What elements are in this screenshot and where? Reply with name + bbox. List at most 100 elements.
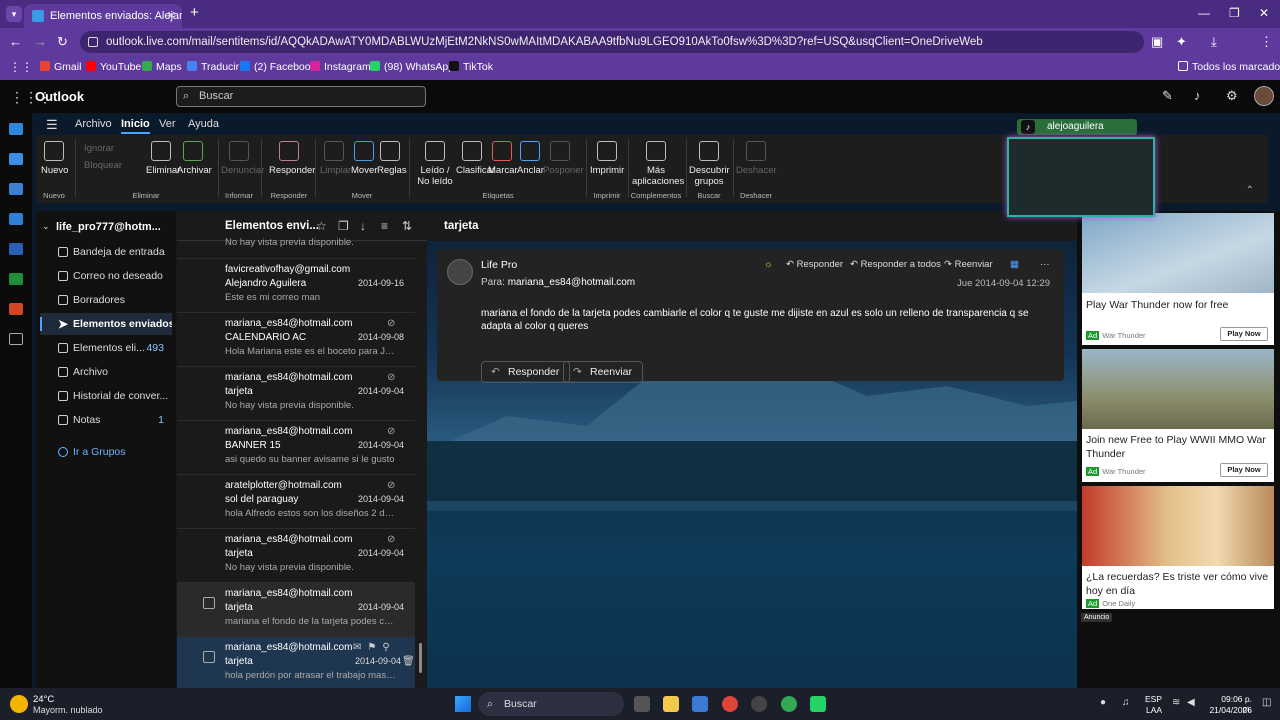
trash-icon[interactable]: 🗑: [402, 656, 415, 667]
file-explorer-icon[interactable]: [663, 696, 679, 712]
bookmark-facebook[interactable]: (2) Facebook: [240, 61, 316, 73]
bookmark-maps[interactable]: Maps: [142, 61, 182, 73]
undo-button[interactable]: Deshacer: [736, 141, 777, 176]
chrome-profile-icon[interactable]: [781, 696, 797, 712]
folder-archive[interactable]: Archivo: [40, 361, 172, 383]
browser-tab[interactable]: Elementos enviados: Alejandro ✕: [24, 4, 182, 28]
new-mail-button[interactable]: Nuevo: [41, 141, 68, 176]
list-scrollbar[interactable]: [419, 643, 422, 673]
search-input[interactable]: ⌕ Buscar: [176, 86, 426, 107]
collapse-ribbon-icon[interactable]: ⌃: [1246, 185, 1254, 196]
discover-groups-button[interactable]: Descubrir grupos: [689, 141, 730, 187]
all-bookmarks[interactable]: Todos los marcadores: [1178, 61, 1280, 73]
row-quick-actions[interactable]: ✉⚑⚲: [353, 642, 396, 653]
play-now-button[interactable]: Play Now: [1220, 327, 1268, 341]
powerpoint-icon[interactable]: [9, 303, 23, 315]
taskbar-search[interactable]: ⌕ Buscar: [478, 692, 624, 716]
go-to-groups-link[interactable]: Ir a Grupos: [40, 441, 172, 463]
task-view-icon[interactable]: [634, 696, 650, 712]
tray-icon[interactable]: ●: [1100, 697, 1106, 708]
word-icon[interactable]: [9, 243, 23, 255]
list-item[interactable]: mariana_es84@hotmail.com ✉⚑⚲ tarjeta 201…: [177, 637, 415, 691]
bookmark-instagram[interactable]: Instagram: [310, 61, 371, 73]
filter-icon[interactable]: ≡: [381, 219, 388, 233]
ad-card[interactable]: Join new Free to Play WWII MMO War Thund…: [1082, 349, 1274, 482]
list-item[interactable]: mariana_es84@hotmail.com tarjeta 2014-09…: [177, 583, 415, 637]
chevron-down-icon[interactable]: ⌄: [42, 221, 50, 232]
ignore-button[interactable]: Ignorar: [84, 143, 114, 154]
bell-icon[interactable]: ♪: [1194, 88, 1201, 103]
language-code[interactable]: ESP: [1145, 694, 1162, 704]
start-icon[interactable]: [455, 696, 471, 712]
bookmark-traducir[interactable]: Traducir: [187, 61, 239, 73]
restore-icon[interactable]: ❐: [1229, 6, 1240, 20]
list-item[interactable]: mariana_es84@hotmail.com ⊘ CALENDARIO AC…: [177, 313, 415, 367]
categorize-button[interactable]: Clasificar: [456, 141, 495, 176]
tab-archivo[interactable]: Archivo: [75, 118, 112, 130]
back-icon[interactable]: ←: [9, 34, 22, 49]
more-actions-icon[interactable]: ···: [1040, 259, 1050, 270]
rules-button[interactable]: Reglas: [377, 141, 407, 176]
compose-icon[interactable]: ✎: [1162, 88, 1173, 104]
tab-inicio[interactable]: Inicio: [121, 118, 150, 134]
tab-ayuda[interactable]: Ayuda: [188, 118, 219, 130]
recipient-address[interactable]: mariana_es84@hotmail.com: [508, 277, 635, 288]
play-now-button[interactable]: Play Now: [1220, 463, 1268, 477]
ad-card[interactable]: ¿La recuerdas? Es triste ver cómo vive h…: [1082, 486, 1274, 609]
print-button[interactable]: Imprimir: [590, 141, 624, 176]
folder-inbox[interactable]: Bandeja de entrada: [40, 241, 172, 263]
list-item[interactable]: No hay vista previa disponible.: [177, 237, 415, 259]
bookmark-whatsapp[interactable]: (98) WhatsApp: [370, 61, 454, 73]
download-icon[interactable]: ⤓: [1211, 34, 1217, 50]
immersive-reader-icon[interactable]: ▦: [1010, 259, 1019, 270]
folder-notes[interactable]: Notas 1: [40, 409, 172, 431]
account-name[interactable]: life_pro777@hotm...: [56, 221, 161, 233]
weather-icon[interactable]: [10, 695, 28, 713]
wifi-icon[interactable]: ≋: [1172, 697, 1180, 708]
minimize-icon[interactable]: —: [1198, 6, 1210, 20]
folder-junk[interactable]: Correo no deseado: [40, 265, 172, 287]
folder-sent[interactable]: ➤ Elementos enviados: [40, 313, 172, 335]
folder-drafts[interactable]: Borradores: [40, 289, 172, 311]
excel-icon[interactable]: [9, 273, 23, 285]
avatar[interactable]: [1254, 86, 1274, 106]
more-menu-icon[interactable]: ⋮: [1260, 34, 1273, 50]
puzzle-icon[interactable]: ✦: [1176, 34, 1187, 50]
forward-button[interactable]: ↷ Reenviar: [563, 361, 644, 383]
tab-search-icon[interactable]: ▾: [6, 6, 22, 22]
list-item[interactable]: mariana_es84@hotmail.com ⊘ tarjeta 2014-…: [177, 367, 415, 421]
sender-name[interactable]: Life Pro: [481, 259, 517, 271]
volume-icon[interactable]: ◀: [1187, 697, 1195, 708]
close-window-icon[interactable]: ✕: [1259, 6, 1269, 20]
mail-icon[interactable]: [9, 123, 23, 135]
pin-button[interactable]: Anclar: [517, 141, 544, 176]
reply-header-button[interactable]: ↶ Responder: [786, 259, 843, 270]
sweep-button[interactable]: Limpiar: [320, 141, 351, 176]
close-tab-icon[interactable]: ✕: [167, 4, 176, 28]
calculator-icon[interactable]: [692, 696, 708, 712]
star-icon[interactable]: ☆: [316, 219, 327, 233]
reply-all-header-button[interactable]: ↶ Responder a todos: [850, 259, 941, 270]
list-item[interactable]: mariana_es84@hotmail.com ⊘ BANNER 15 201…: [177, 421, 415, 475]
hamburger-icon[interactable]: ☰: [46, 117, 58, 133]
calendar-icon[interactable]: [9, 153, 23, 165]
gear-icon[interactable]: ⚙: [1226, 88, 1238, 104]
read-unread-button[interactable]: Leído / No leído: [414, 141, 456, 187]
select-checkbox[interactable]: [203, 651, 215, 663]
more-apps-icon[interactable]: [9, 333, 23, 345]
bookmark-tiktok[interactable]: TikTok: [449, 61, 493, 73]
delete-button[interactable]: Eliminar: [146, 141, 180, 176]
list-item[interactable]: favicreativofhay@gmail.com Alejandro Agu…: [177, 259, 415, 313]
move-button[interactable]: Mover: [351, 141, 377, 176]
select-checkbox[interactable]: [203, 597, 215, 609]
more-apps-button[interactable]: Más aplicaciones: [632, 141, 684, 187]
list-item[interactable]: mariana_es84@hotmail.com ⊘ tarjeta 2014-…: [177, 529, 415, 583]
snooze-button[interactable]: Posponer: [543, 141, 584, 176]
url-field[interactable]: outlook.live.com/mail/sentitems/id/AQQkA…: [80, 31, 1144, 53]
whatsapp-icon[interactable]: [810, 696, 826, 712]
forward-icon[interactable]: →: [34, 34, 47, 49]
folder-conversation-history[interactable]: Historial de conver...: [40, 385, 172, 407]
jump-icon[interactable]: ↓: [360, 219, 366, 233]
people-icon[interactable]: [9, 183, 23, 195]
notification-icon[interactable]: ◫: [1262, 697, 1271, 708]
